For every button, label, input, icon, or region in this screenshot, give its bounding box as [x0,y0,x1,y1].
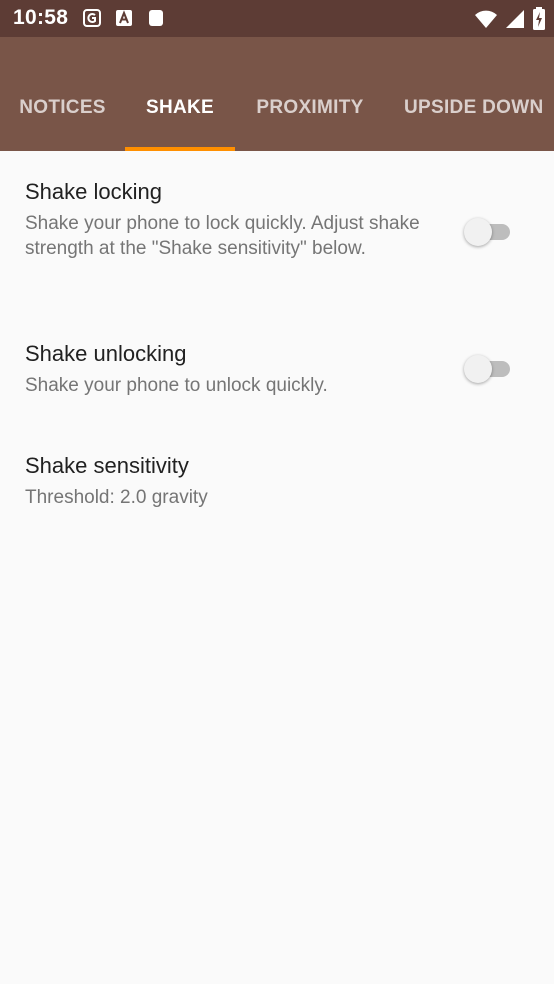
tab-upside-down[interactable]: UPSIDE DOWN [385,65,554,151]
pref-summary: Threshold: 2.0 gravity [25,487,208,508]
a-app-icon [114,8,134,28]
pref-summary: Shake your phone to unlock quickly. [25,375,328,396]
square-app-icon [146,8,166,28]
pref-title: Shake unlocking [25,341,187,366]
notification-icons [82,8,166,28]
g-app-icon [82,8,102,28]
pref-shake-locking[interactable]: Shake locking Shake your phone to lock q… [0,151,554,311]
tab-shake[interactable]: SHAKE [125,65,235,151]
shake-unlocking-switch[interactable] [464,353,512,383]
signal-icon [504,8,526,35]
app-bar: NOTICES SHAKE PROXIMITY UPSIDE DOWN [0,37,554,151]
pref-shake-sensitivity[interactable]: Shake sensitivity Threshold: 2.0 gravity [0,421,554,531]
tab-notices[interactable]: NOTICES [0,65,125,151]
status-time: 10:58 [13,6,69,29]
battery-icon [532,7,546,36]
system-icons [474,7,546,36]
pref-shake-unlocking[interactable]: Shake unlocking Shake your phone to unlo… [0,311,554,421]
pref-title: Shake sensitivity [25,453,189,478]
tab-label: SHAKE [145,97,214,118]
tab-bar: NOTICES SHAKE PROXIMITY UPSIDE DOWN [0,65,554,151]
tab-label: UPSIDE DOWN [404,97,544,118]
status-bar: 10:58 [0,0,554,37]
tab-proximity[interactable]: PROXIMITY [235,65,385,151]
pref-title: Shake locking [25,179,162,204]
switch-thumb [464,218,492,246]
switch-thumb [464,355,492,383]
wifi-icon [474,8,498,35]
tab-label: NOTICES [19,97,106,118]
pref-summary: Shake your phone to lock quickly. Adjust… [25,213,420,259]
shake-locking-switch[interactable] [464,216,512,246]
tab-label: PROXIMITY [256,97,364,118]
